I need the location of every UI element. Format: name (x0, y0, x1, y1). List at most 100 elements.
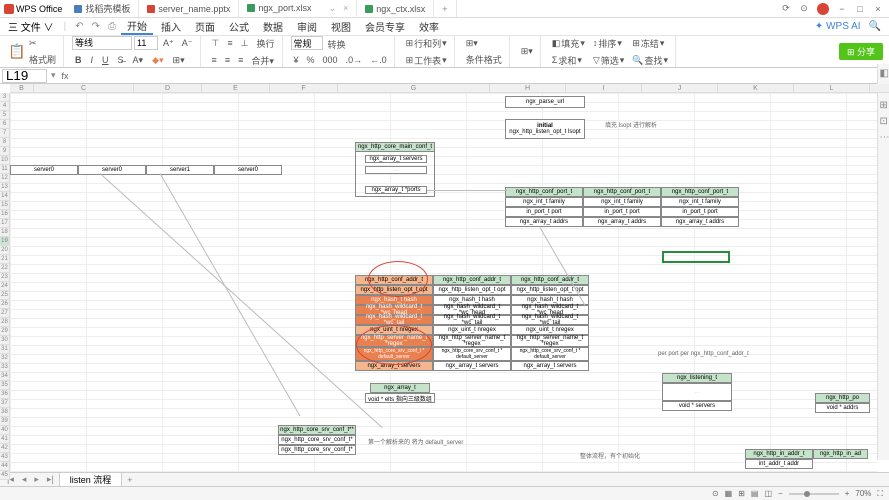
cell-listening[interactable]: ngx_listening_t (662, 373, 732, 383)
cell-addrs-2[interactable]: ngx_array_t addrs (583, 217, 661, 227)
row-header-37[interactable]: 37 (0, 399, 10, 408)
menu-start[interactable]: 开始 (121, 18, 153, 35)
cell-srv-conf-arr[interactable]: ngx_http_core_srv_conf_t** (278, 425, 356, 435)
menu-formula[interactable]: 公式 (223, 19, 255, 34)
font-size-select[interactable] (134, 36, 158, 50)
sheet-prev-icon[interactable]: ◂ (19, 474, 30, 485)
row-header-38[interactable]: 38 (0, 408, 10, 417)
row-header-25[interactable]: 25 (0, 291, 10, 300)
font-select[interactable] (72, 36, 132, 50)
align-middle-icon[interactable]: ≡ (224, 35, 235, 52)
cell-regex-3[interactable]: ngx_http_server_name_t *regex (511, 335, 589, 347)
font-color-button[interactable]: A▾ (130, 53, 147, 68)
comma-icon[interactable]: 000 (320, 53, 341, 67)
cell-conf-addr-3[interactable]: ngx_http_conf_addr_t (511, 275, 589, 285)
view-pagebreak-icon[interactable]: ⊞ (738, 489, 745, 498)
row-header-30[interactable]: 30 (0, 336, 10, 345)
close-button[interactable]: × (873, 4, 883, 14)
insert-cells-button[interactable]: ⊞▾ (463, 36, 505, 51)
settings-icon[interactable]: ⊙ (799, 4, 809, 14)
cell-server0[interactable]: server0 (10, 165, 78, 175)
row-header-26[interactable]: 26 (0, 300, 10, 309)
decrease-font-icon[interactable]: A⁻ (179, 36, 196, 51)
minimize-button[interactable]: − (837, 4, 847, 14)
row-header-3[interactable]: 3 (0, 93, 10, 102)
row-header-7[interactable]: 7 (0, 129, 10, 138)
col-header-E[interactable]: E (202, 84, 270, 93)
formula-input[interactable] (73, 69, 889, 83)
row-header-17[interactable]: 17 (0, 219, 10, 228)
cell-parse-url[interactable]: ngx_parse_url (505, 96, 585, 108)
menu-save-icon[interactable]: ⎙ (105, 21, 119, 32)
share-button[interactable]: ⊞ 分享 (839, 43, 883, 60)
cell-conf-port-2[interactable]: ngx_http_conf_port_t (583, 187, 661, 197)
col-header-F[interactable]: F (270, 84, 338, 93)
cell-nregex-2[interactable]: ngx_uint_t nregex (433, 325, 511, 335)
col-header-K[interactable]: K (718, 84, 794, 93)
cond-format-button[interactable]: 条件格式 (463, 51, 505, 68)
percent-icon[interactable]: % (304, 53, 318, 67)
row-header-13[interactable]: 13 (0, 183, 10, 192)
cell-nregex-3[interactable]: ngx_uint_t nregex (511, 325, 589, 335)
freeze-button[interactable]: ⊞ 冻结▾ (629, 35, 671, 52)
cell-in-addr[interactable]: ngx_http_in_addr_t (745, 449, 813, 459)
sort-button[interactable]: ↕ 排序▾ (590, 35, 627, 52)
cell-server0b[interactable]: server0 (78, 165, 146, 175)
menu-efficiency[interactable]: 效率 (413, 19, 445, 34)
col-header-L[interactable]: L (794, 84, 870, 93)
view-custom-icon[interactable]: ▤ (751, 489, 759, 498)
cell-opt-2[interactable]: ngx_http_listen_opt_t opt (433, 285, 511, 295)
row-header-15[interactable]: 15 (0, 201, 10, 210)
row-header-28[interactable]: 28 (0, 318, 10, 327)
cell-wctail-3[interactable]: ngx_hash_wildcard_t *wc_tail (511, 315, 589, 325)
bold-button[interactable]: B (72, 53, 85, 68)
search-icon[interactable]: 🔍 (869, 21, 881, 32)
underline-button[interactable]: U (99, 53, 112, 68)
row-header-29[interactable]: 29 (0, 327, 10, 336)
col-header-B[interactable]: B (10, 84, 34, 93)
fill-color-button[interactable]: ◆▾ (149, 53, 166, 68)
cell-family-2[interactable]: ngx_int_t family (583, 197, 661, 207)
wrap-text-button[interactable]: 换行 (254, 35, 278, 52)
cell-port-3[interactable]: in_port_t port (661, 207, 739, 217)
row-header-16[interactable]: 16 (0, 210, 10, 219)
sidebar-tool2-icon[interactable]: ⊞ (880, 100, 888, 108)
cell-port-2[interactable]: in_port_t port (583, 207, 661, 217)
decimal-dec-icon[interactable]: ←.0 (367, 53, 390, 67)
rowcol-button[interactable]: ⊞ 行和列▾ (403, 35, 450, 52)
sidebar-tool3-icon[interactable]: ⊡ (880, 116, 888, 124)
row-header-31[interactable]: 31 (0, 345, 10, 354)
col-header-G[interactable]: G (338, 84, 490, 93)
format-painter-button[interactable]: 格式刷 (26, 51, 59, 68)
file-menu[interactable]: 三 文件 ∨ (4, 19, 58, 34)
cell-addr-addr[interactable]: int_addr_t addr (745, 459, 813, 469)
tab-template[interactable]: 找稻壳模板 (66, 0, 139, 17)
number-format-select[interactable] (291, 36, 323, 50)
row-header-14[interactable]: 14 (0, 192, 10, 201)
sheet-tab-listen[interactable]: listen 流程 (59, 472, 123, 487)
cut-button[interactable]: ✂ (26, 36, 59, 51)
menu-page[interactable]: 页面 (189, 19, 221, 34)
view-read-icon[interactable]: ◫ (764, 489, 772, 498)
zoom-in-button[interactable]: + (845, 489, 850, 498)
cell-core-srv-2[interactable]: ngx_http_core_srv_conf_t* (278, 445, 356, 455)
italic-button[interactable]: I (88, 53, 97, 68)
border-button[interactable]: ⊞▾ (170, 53, 188, 68)
row-header-39[interactable]: 39 (0, 417, 10, 426)
cell-wctail-1[interactable]: ngx_hash_wildcard_t *wc_tail (355, 315, 433, 325)
sync-icon[interactable]: ⟳ (781, 4, 791, 14)
row-header-45[interactable]: 45 (0, 471, 10, 480)
align-left-icon[interactable]: ≡ (209, 52, 220, 69)
col-header-D[interactable]: D (134, 84, 202, 93)
decimal-inc-icon[interactable]: .0→ (343, 53, 366, 67)
cell-http-port[interactable]: ngx_http_po (815, 393, 870, 403)
zoom-value[interactable]: 70% (855, 489, 871, 498)
cell-server1[interactable]: server1 (146, 165, 214, 175)
cell-srv2-3[interactable]: ngx_array_t servers (511, 361, 589, 371)
tab-close-icon[interactable]: × (343, 3, 348, 13)
cell-conf-port-1[interactable]: ngx_http_conf_port_t (505, 187, 583, 197)
selected-cell[interactable] (662, 251, 730, 263)
row-header-10[interactable]: 10 (0, 156, 10, 165)
row-header-41[interactable]: 41 (0, 435, 10, 444)
cell-initial[interactable]: initialngx_http_listen_opt_t lsopt (505, 119, 585, 139)
